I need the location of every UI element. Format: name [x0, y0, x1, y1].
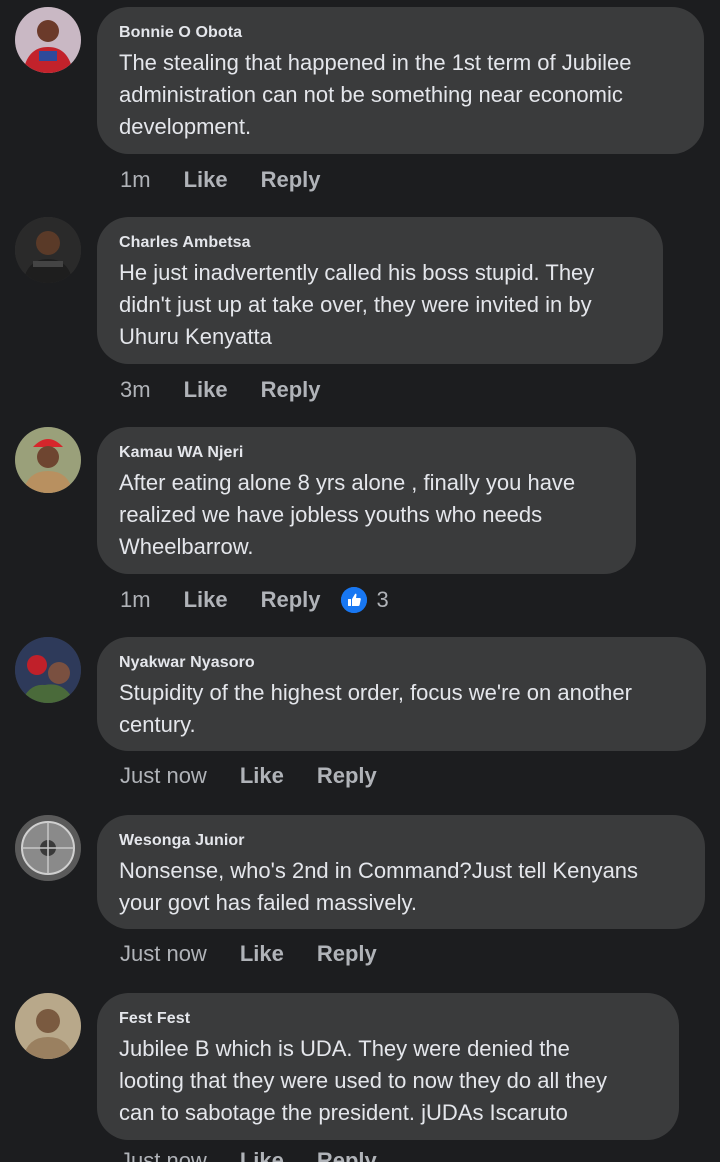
- comments-feed: Bonnie O Obota The stealing that happene…: [0, 0, 720, 1162]
- comment-author[interactable]: Charles Ambetsa: [119, 233, 641, 253]
- like-button[interactable]: Like: [184, 377, 228, 403]
- avatar-image: [15, 815, 81, 881]
- reply-button[interactable]: Reply: [317, 1148, 377, 1162]
- comment-actions: 1m Like Reply: [120, 160, 321, 200]
- comment-bubble: Bonnie O Obota The stealing that happene…: [97, 7, 704, 154]
- comment-bubble: Kamau WA Njeri After eating alone 8 yrs …: [97, 427, 636, 574]
- comment-timestamp[interactable]: Just now: [120, 941, 207, 967]
- comment-timestamp[interactable]: 1m: [120, 167, 151, 193]
- comment-timestamp[interactable]: 1m: [120, 587, 151, 613]
- reaction-count: 3: [376, 587, 389, 612]
- comment-actions: Just now Like Reply: [120, 756, 377, 796]
- comment-author[interactable]: Bonnie O Obota: [119, 23, 682, 43]
- comment-actions: 1m Like Reply 3: [120, 580, 389, 620]
- comment-bubble: Wesonga Junior Nonsense, who's 2nd in Co…: [97, 815, 705, 929]
- comment-timestamp[interactable]: Just now: [120, 763, 207, 789]
- reply-button[interactable]: Reply: [261, 167, 321, 193]
- comment-text: After eating alone 8 yrs alone , finally…: [119, 470, 576, 559]
- thumbs-up-icon: [340, 587, 367, 613]
- comment-bubble: Charles Ambetsa He just inadvertently ca…: [97, 217, 663, 364]
- comment-text: Stupidity of the highest order, focus we…: [119, 680, 632, 737]
- avatar[interactable]: [15, 217, 81, 283]
- comment-actions: 3m Like Reply: [120, 370, 321, 410]
- reaction-summary[interactable]: 3: [340, 587, 389, 613]
- avatar-image: [15, 637, 81, 703]
- comment-text: Nonsense, who's 2nd in Command?Just tell…: [119, 858, 639, 915]
- comment-author[interactable]: Kamau WA Njeri: [119, 443, 614, 463]
- avatar[interactable]: [15, 993, 81, 1059]
- avatar[interactable]: [15, 7, 81, 73]
- like-button[interactable]: Like: [184, 167, 228, 193]
- avatar-image: [15, 993, 81, 1059]
- comment-author[interactable]: Nyakwar Nyasoro: [119, 653, 684, 673]
- like-button[interactable]: Like: [240, 941, 284, 967]
- avatar[interactable]: [15, 815, 81, 881]
- comment-author[interactable]: Fest Fest: [119, 1009, 657, 1029]
- comment-actions: Just now Like Reply: [120, 1141, 377, 1162]
- avatar[interactable]: [15, 637, 81, 703]
- comment-text: Jubilee B which is UDA. They were denied…: [119, 1036, 607, 1125]
- reply-button[interactable]: Reply: [317, 941, 377, 967]
- avatar-image: [15, 427, 81, 493]
- comment-timestamp[interactable]: Just now: [120, 1148, 207, 1162]
- comment-bubble: Nyakwar Nyasoro Stupidity of the highest…: [97, 637, 706, 751]
- comment-text: The stealing that happened in the 1st te…: [119, 50, 632, 139]
- comment-actions: Just now Like Reply: [120, 934, 377, 974]
- like-button[interactable]: Like: [240, 1148, 284, 1162]
- comment-author[interactable]: Wesonga Junior: [119, 831, 683, 851]
- avatar-image: [15, 7, 81, 73]
- like-button[interactable]: Like: [184, 587, 228, 613]
- reply-button[interactable]: Reply: [317, 763, 377, 789]
- comment-timestamp[interactable]: 3m: [120, 377, 151, 403]
- comment-text: He just inadvertently called his boss st…: [119, 260, 595, 349]
- reply-button[interactable]: Reply: [261, 377, 321, 403]
- like-button[interactable]: Like: [240, 763, 284, 789]
- avatar[interactable]: [15, 427, 81, 493]
- comment-bubble: Fest Fest Jubilee B which is UDA. They w…: [97, 993, 679, 1140]
- avatar-image: [15, 217, 81, 283]
- reply-button[interactable]: Reply: [261, 587, 321, 613]
